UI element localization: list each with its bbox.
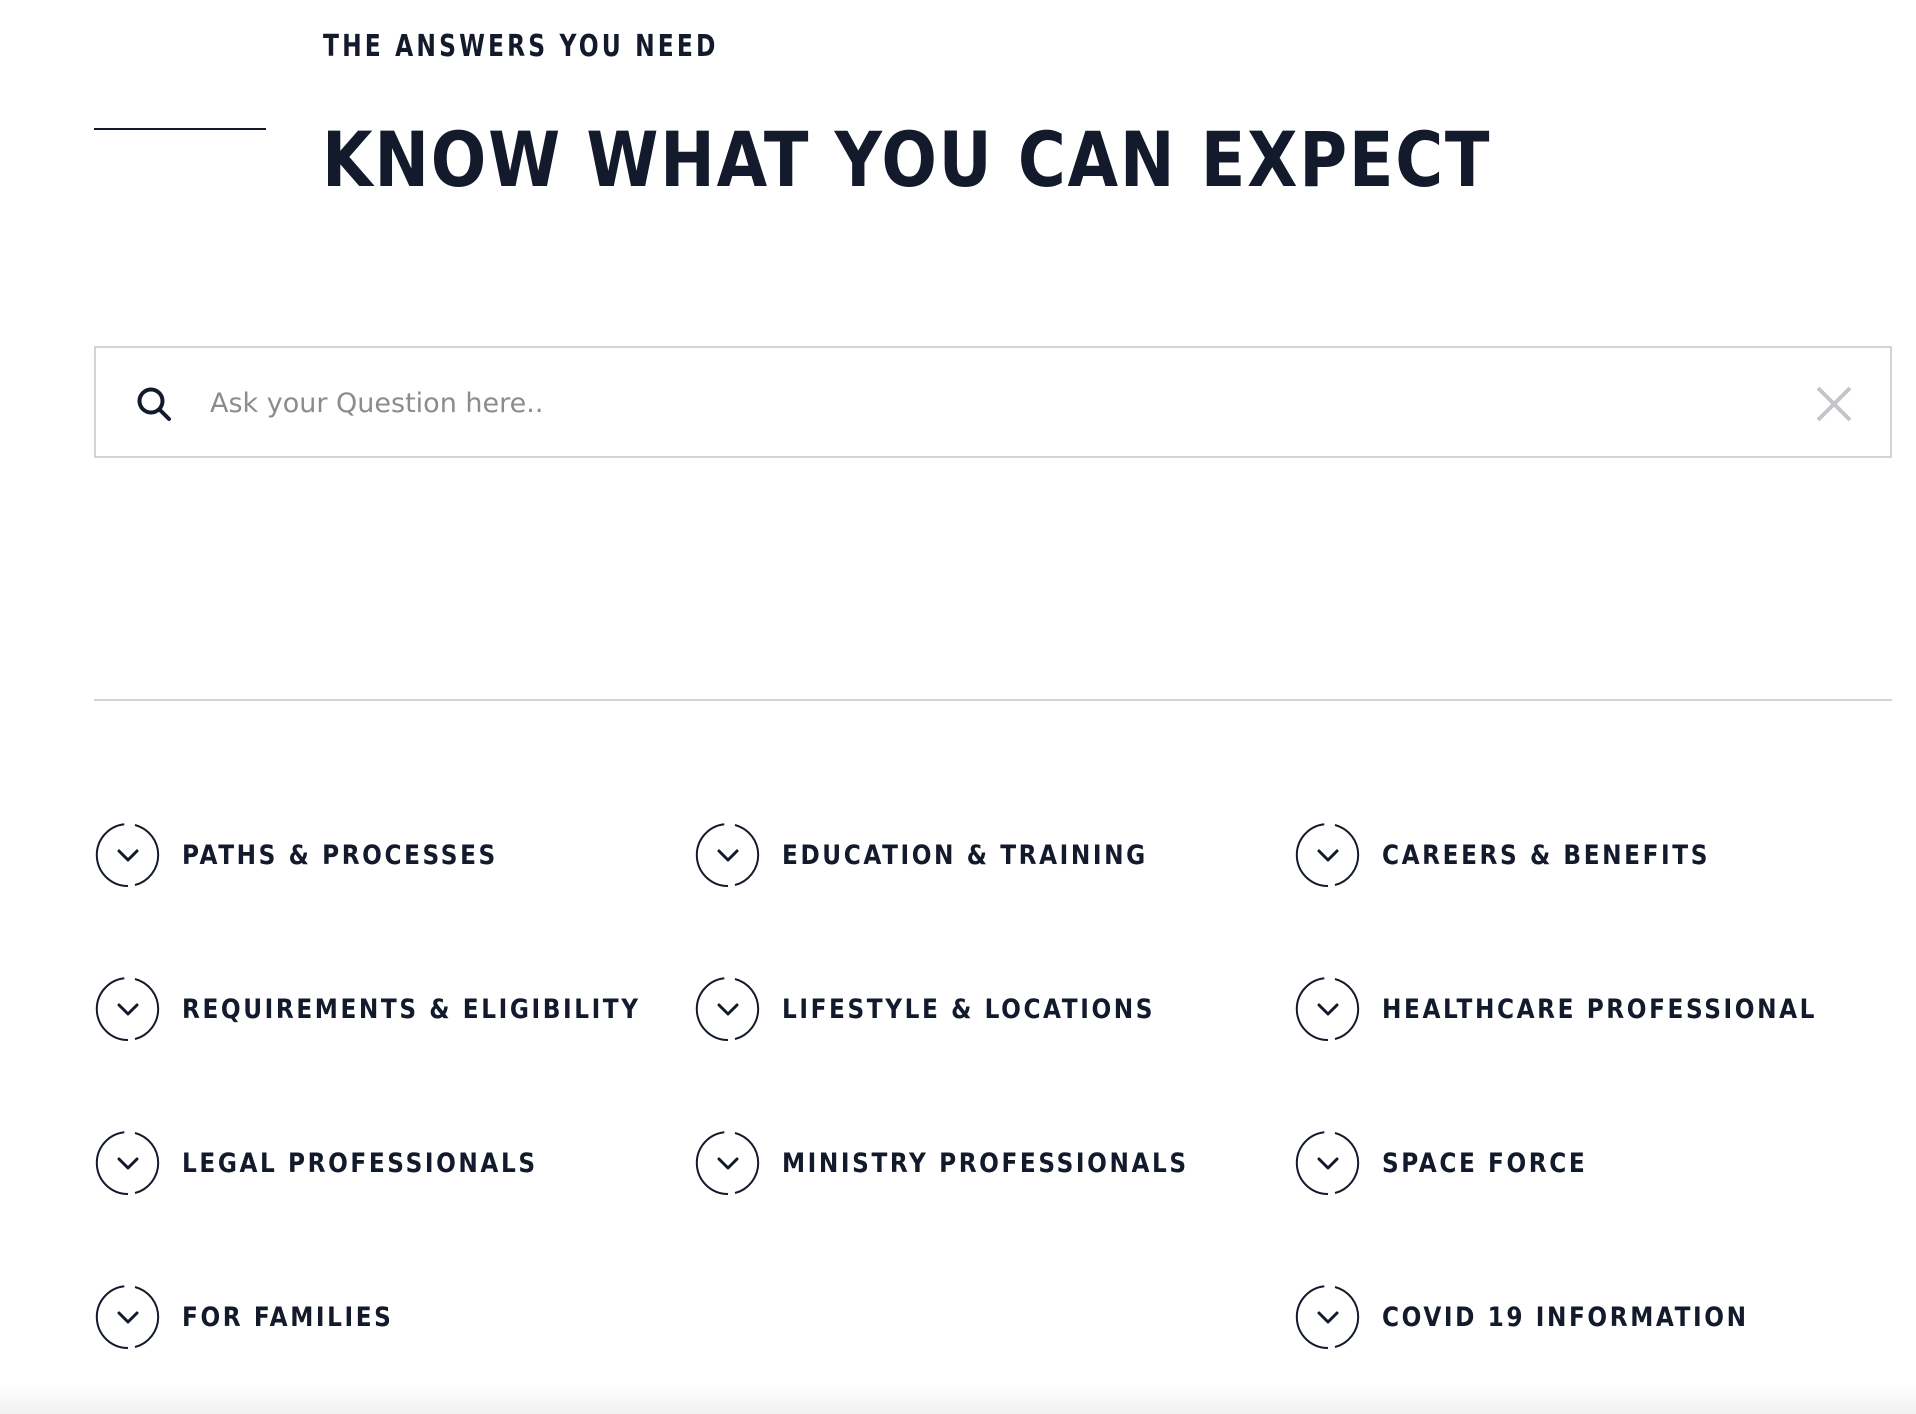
chevron-down-icon bbox=[695, 823, 760, 888]
category-label: REQUIREMENTS & ELIGIBILITY bbox=[182, 993, 641, 1025]
chevron-down-icon bbox=[1295, 977, 1360, 1042]
category-paths-processes[interactable]: PATHS & PROCESSES bbox=[94, 820, 549, 890]
category-healthcare-professional[interactable]: HEALTHCARE PROFESSIONAL bbox=[1294, 974, 1888, 1044]
category-for-families[interactable]: FOR FAMILIES bbox=[94, 1282, 428, 1352]
chevron-down-icon bbox=[695, 977, 760, 1042]
search-icon bbox=[137, 387, 171, 421]
category-label: LIFESTYLE & LOCATIONS bbox=[782, 993, 1156, 1025]
category-legal-professionals[interactable]: LEGAL PROFESSIONALS bbox=[94, 1128, 596, 1198]
category-education-training[interactable]: EDUCATION & TRAINING bbox=[694, 820, 1207, 890]
section-eyebrow: THE ANSWERS YOU NEED bbox=[323, 29, 719, 64]
category-requirements-eligibility[interactable]: REQUIREMENTS & ELIGIBILITY bbox=[94, 974, 715, 1044]
accent-rule bbox=[94, 128, 266, 130]
faq-page: THE ANSWERS YOU NEED KNOW WHAT YOU CAN E… bbox=[0, 0, 1916, 1414]
category-label: PATHS & PROCESSES bbox=[182, 839, 498, 871]
category-label: COVID 19 INFORMATION bbox=[1382, 1301, 1749, 1333]
category-label: SPACE FORCE bbox=[1382, 1147, 1588, 1179]
chevron-down-icon bbox=[95, 977, 160, 1042]
section-divider bbox=[94, 699, 1892, 701]
category-label: CAREERS & BENEFITS bbox=[1382, 839, 1710, 871]
chevron-down-icon bbox=[1295, 1131, 1360, 1196]
search-input[interactable] bbox=[210, 372, 1750, 434]
category-grid: PATHS & PROCESSES EDUCATION & TRAINING C… bbox=[94, 820, 1892, 1360]
category-covid-19-information[interactable]: COVID 19 INFORMATION bbox=[1294, 1282, 1808, 1352]
category-space-force[interactable]: SPACE FORCE bbox=[1294, 1128, 1621, 1198]
close-icon[interactable] bbox=[1814, 384, 1854, 424]
chevron-down-icon bbox=[95, 823, 160, 888]
category-label: HEALTHCARE PROFESSIONAL bbox=[1382, 993, 1818, 1025]
category-label: LEGAL PROFESSIONALS bbox=[182, 1147, 538, 1179]
chevron-down-icon bbox=[1295, 1285, 1360, 1350]
chevron-down-icon bbox=[1295, 823, 1360, 888]
page-title: KNOW WHAT YOU CAN EXPECT bbox=[322, 115, 1492, 204]
category-lifestyle-locations[interactable]: LIFESTYLE & LOCATIONS bbox=[694, 974, 1216, 1044]
search-bar bbox=[94, 346, 1892, 458]
chevron-down-icon bbox=[695, 1131, 760, 1196]
category-label: FOR FAMILIES bbox=[182, 1301, 394, 1333]
bottom-fade bbox=[0, 1384, 1916, 1414]
category-careers-benefits[interactable]: CAREERS & BENEFITS bbox=[1294, 820, 1763, 890]
chevron-down-icon bbox=[95, 1131, 160, 1196]
chevron-down-icon bbox=[95, 1285, 160, 1350]
category-ministry-professionals[interactable]: MINISTRY PROFESSIONALS bbox=[694, 1128, 1255, 1198]
category-label: EDUCATION & TRAINING bbox=[782, 839, 1148, 871]
category-label: MINISTRY PROFESSIONALS bbox=[782, 1147, 1189, 1179]
